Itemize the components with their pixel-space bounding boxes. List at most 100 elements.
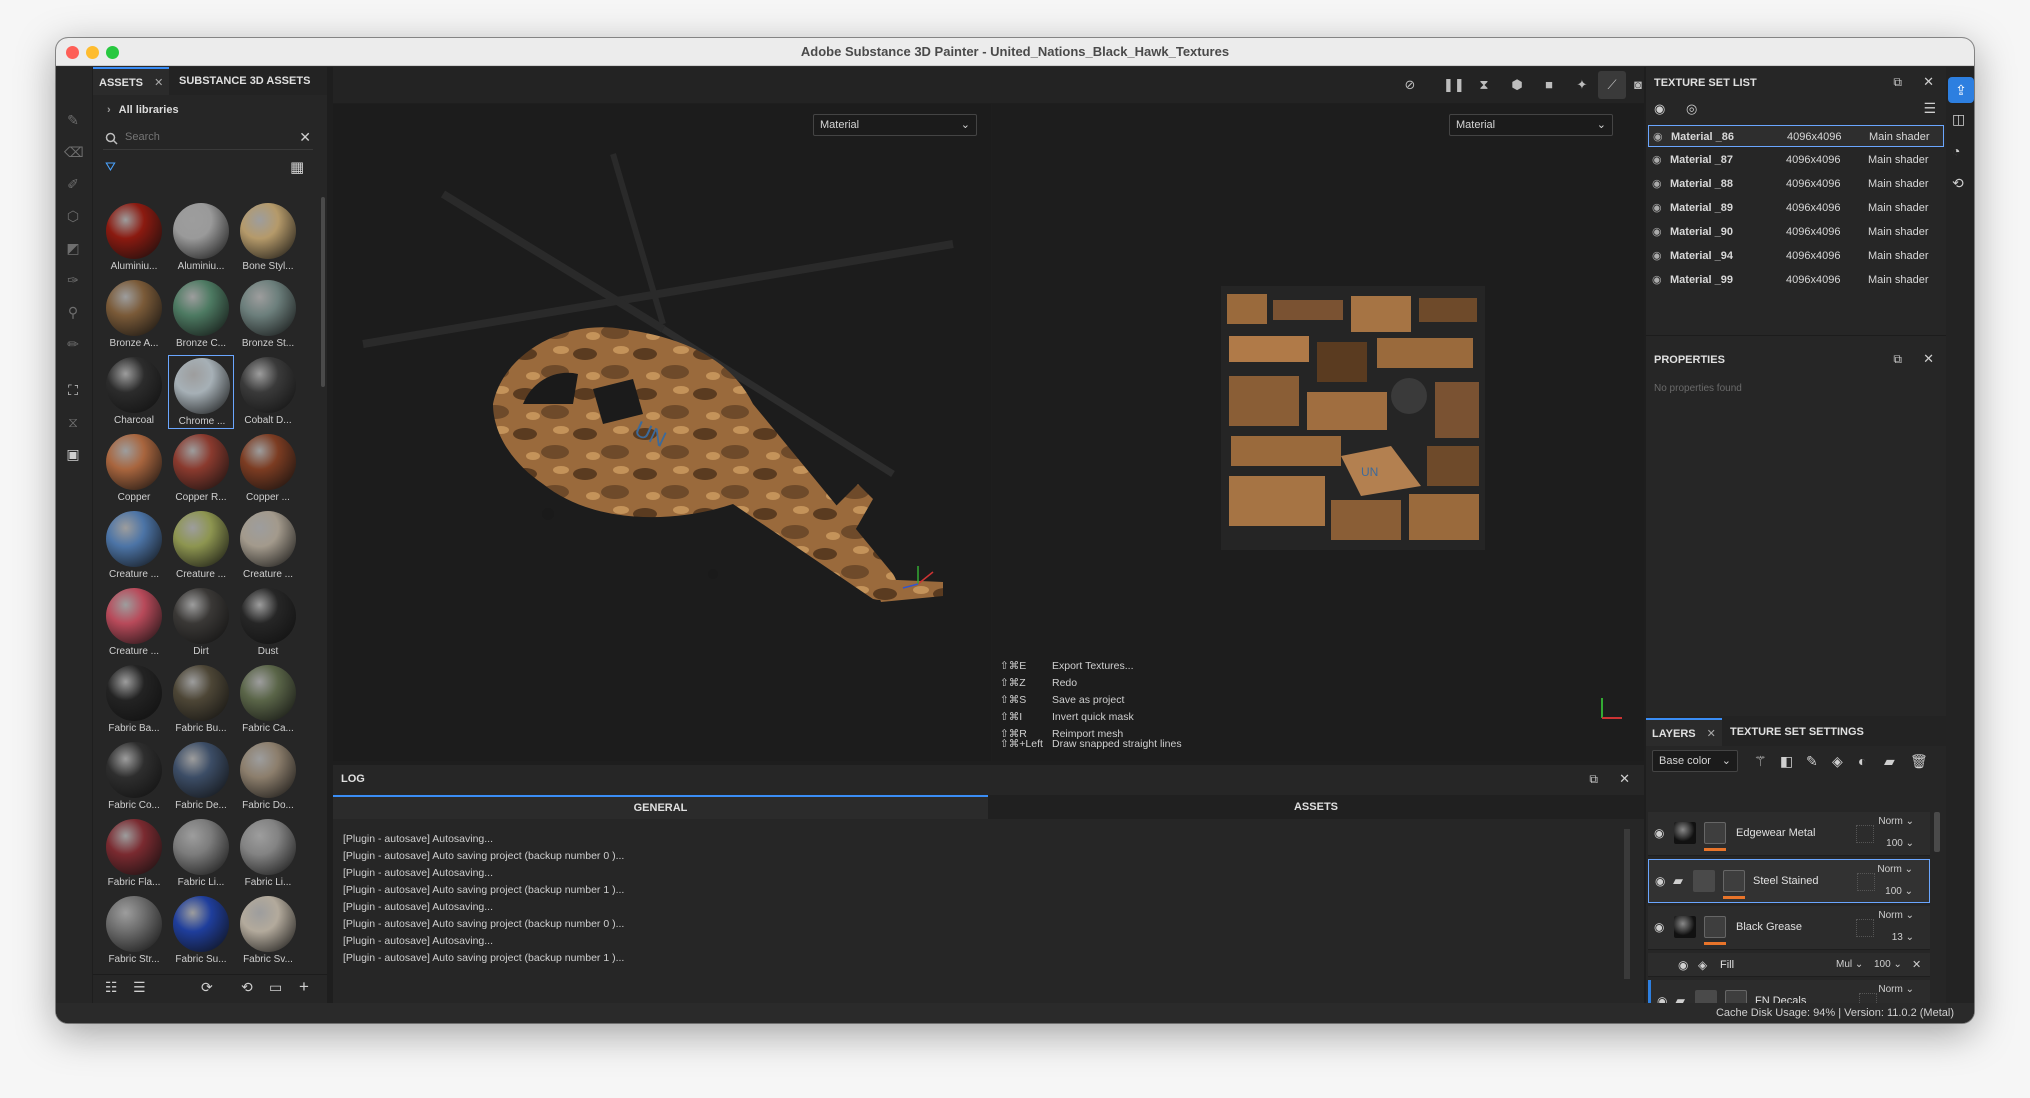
- hide-ui-icon[interactable]: ⊘: [1401, 76, 1419, 94]
- viewer-settings-icon[interactable]: ▣: [64, 445, 82, 463]
- zoom-window-button[interactable]: [106, 46, 119, 59]
- asset-item[interactable]: Dirt: [168, 586, 234, 660]
- texture-set-row[interactable]: ◉ Material _94 4096x4096 Main shader: [1648, 245, 1944, 267]
- pause-icon[interactable]: ❚❚: [1443, 76, 1465, 94]
- asset-item[interactable]: Creature ...: [168, 509, 234, 583]
- close-icon[interactable]: ✕: [154, 77, 163, 89]
- asset-item[interactable]: Fabric Sv...: [235, 894, 301, 968]
- layer-row[interactable]: ◉ Black Grease Norm ⌄ 13 ⌄: [1648, 906, 1930, 950]
- asset-item[interactable]: Fabric Str...: [101, 894, 167, 968]
- viewport-2d[interactable]: Material ⌄ UN ⇧⌘E Export Textures... ⇧⌘Z…: [992, 104, 1644, 761]
- layer-row[interactable]: ◉ ▰ Steel Stained Norm ⌄ 100 ⌄: [1648, 859, 1930, 903]
- asset-item[interactable]: Bronze C...: [168, 278, 234, 352]
- smudge-icon[interactable]: ✑: [64, 271, 82, 289]
- float-panel-icon[interactable]: ⧉: [1893, 352, 1902, 367]
- channel-dropdown[interactable]: Base color ⌄: [1652, 750, 1738, 772]
- eye-icon[interactable]: ◉: [1653, 126, 1663, 148]
- asset-item[interactable]: Cobalt D...: [235, 355, 301, 429]
- eye-icon[interactable]: ◉: [1652, 269, 1662, 291]
- visibility-toggle-icon[interactable]: ◉: [1654, 101, 1665, 117]
- color-picker-icon[interactable]: ✏: [64, 335, 82, 353]
- bake-icon[interactable]: ⧖: [64, 413, 82, 431]
- clone-stamp-icon[interactable]: ⚲: [64, 303, 82, 321]
- magic-wand-icon[interactable]: ⚚: [1754, 753, 1767, 770]
- fill-blend[interactable]: Mul ⌄: [1836, 959, 1863, 970]
- eye-icon[interactable]: ◉: [1652, 221, 1662, 243]
- list-options-icon[interactable]: ☰: [133, 979, 146, 996]
- tab-layers[interactable]: LAYERS ✕: [1646, 718, 1722, 746]
- eye-icon[interactable]: ◉: [1655, 874, 1665, 888]
- symmetry-icon[interactable]: ⧗: [1475, 76, 1493, 94]
- close-icon[interactable]: ✕: [1619, 771, 1630, 787]
- asset-item[interactable]: Copper ...: [235, 432, 301, 506]
- eye-icon[interactable]: ◉: [1654, 920, 1664, 934]
- close-window-button[interactable]: [66, 46, 79, 59]
- selection-icon[interactable]: ⛶: [64, 381, 82, 399]
- eye-icon[interactable]: ◎: [1686, 101, 1697, 117]
- asset-item[interactable]: Bronze St...: [235, 278, 301, 352]
- layer-opacity[interactable]: 100 ⌄: [1885, 886, 1913, 897]
- close-icon[interactable]: ✕: [1707, 728, 1716, 740]
- eye-icon[interactable]: ◉: [1652, 245, 1662, 267]
- asset-item[interactable]: Fabric Co...: [101, 740, 167, 814]
- asset-item[interactable]: Fabric Bu...: [168, 663, 234, 737]
- trash-icon[interactable]: 🗑: [1910, 753, 1928, 770]
- assets-scrollbar[interactable]: [321, 197, 325, 387]
- layer-opacity[interactable]: 100 ⌄: [1886, 838, 1914, 849]
- screenshot-icon[interactable]: ◙: [1629, 76, 1647, 94]
- texture-set-row[interactable]: ◉ Material _99 4096x4096 Main shader: [1648, 269, 1944, 291]
- tab-assets[interactable]: ASSETS ✕: [93, 67, 170, 95]
- layers-scrollbar[interactable]: [1934, 812, 1940, 852]
- layer-blend-mode[interactable]: Norm ⌄: [1878, 910, 1914, 921]
- history-icon[interactable]: ⟲: [241, 979, 253, 996]
- asset-item[interactable]: Fabric Fla...: [101, 817, 167, 891]
- fill-effect-row[interactable]: ◉ ◈ Fill Mul ⌄ 100 ⌄ ✕: [1648, 953, 1930, 977]
- export-icon[interactable]: ⇪: [1948, 77, 1974, 103]
- close-icon[interactable]: ✕: [1923, 351, 1934, 367]
- log-scrollbar[interactable]: [1624, 829, 1630, 979]
- add-icon[interactable]: +: [299, 977, 309, 997]
- tab-substance-assets[interactable]: SUBSTANCE 3D ASSETS: [173, 67, 316, 95]
- shader-settings-icon[interactable]: ◔: [1952, 143, 1960, 159]
- grid-view-icon[interactable]: ▦: [290, 158, 304, 176]
- texture-set-row[interactable]: ◉ Material _90 4096x4096 Main shader: [1648, 221, 1944, 243]
- eye-icon[interactable]: ◉: [1678, 958, 1688, 972]
- breadcrumb[interactable]: › All libraries: [107, 104, 179, 116]
- layer-blend-mode[interactable]: Norm ⌄: [1877, 864, 1913, 875]
- add-mask-icon[interactable]: ◐: [1858, 753, 1866, 769]
- tab-log-assets[interactable]: ASSETS: [988, 795, 1644, 819]
- asset-item[interactable]: Fabric De...: [168, 740, 234, 814]
- asset-item[interactable]: Dust: [235, 586, 301, 660]
- asset-item[interactable]: Creature ...: [235, 509, 301, 583]
- minimize-window-button[interactable]: [86, 46, 99, 59]
- viewport-3d[interactable]: Material ⌄ UN: [333, 104, 991, 761]
- polygon-fill-icon[interactable]: ◩: [64, 239, 82, 257]
- cube-icon[interactable]: ⬢: [1508, 76, 1526, 94]
- eye-icon[interactable]: ◉: [1652, 149, 1662, 171]
- eye-icon[interactable]: ◉: [1652, 173, 1662, 195]
- paint-brush-icon[interactable]: ✎: [64, 111, 82, 129]
- asset-item[interactable]: Copper: [101, 432, 167, 506]
- eye-icon[interactable]: ◉: [1652, 197, 1662, 219]
- eye-icon[interactable]: ◉: [1654, 826, 1664, 840]
- search-input[interactable]: [125, 131, 285, 143]
- asset-item[interactable]: Fabric Do...: [235, 740, 301, 814]
- asset-item[interactable]: Fabric Ba...: [101, 663, 167, 737]
- add-folder-icon[interactable]: ▰: [1884, 753, 1895, 770]
- texture-set-row[interactable]: ◉ Material _88 4096x4096 Main shader: [1648, 173, 1944, 195]
- asset-item[interactable]: Creature ...: [101, 586, 167, 660]
- display-settings-icon[interactable]: ◫: [1952, 111, 1965, 128]
- layer-blend-mode[interactable]: Norm ⌄: [1878, 984, 1914, 995]
- menu-icon[interactable]: ☰: [1923, 100, 1936, 117]
- refresh-icon[interactable]: ⟳: [201, 979, 213, 996]
- close-icon[interactable]: ✕: [1923, 74, 1934, 90]
- asset-item[interactable]: Charcoal: [101, 355, 167, 429]
- lights-icon[interactable]: ✦: [1573, 76, 1591, 94]
- asset-item[interactable]: Fabric Li...: [168, 817, 234, 891]
- asset-item[interactable]: Fabric Ca...: [235, 663, 301, 737]
- float-panel-icon[interactable]: ⧉: [1893, 75, 1902, 90]
- geometry-mask-icon[interactable]: ⬡: [64, 207, 82, 225]
- texture-set-row[interactable]: ◉ Material _86 4096x4096 Main shader: [1648, 125, 1944, 147]
- asset-item[interactable]: Chrome ...: [168, 355, 234, 429]
- search-field[interactable]: ✕: [103, 128, 313, 150]
